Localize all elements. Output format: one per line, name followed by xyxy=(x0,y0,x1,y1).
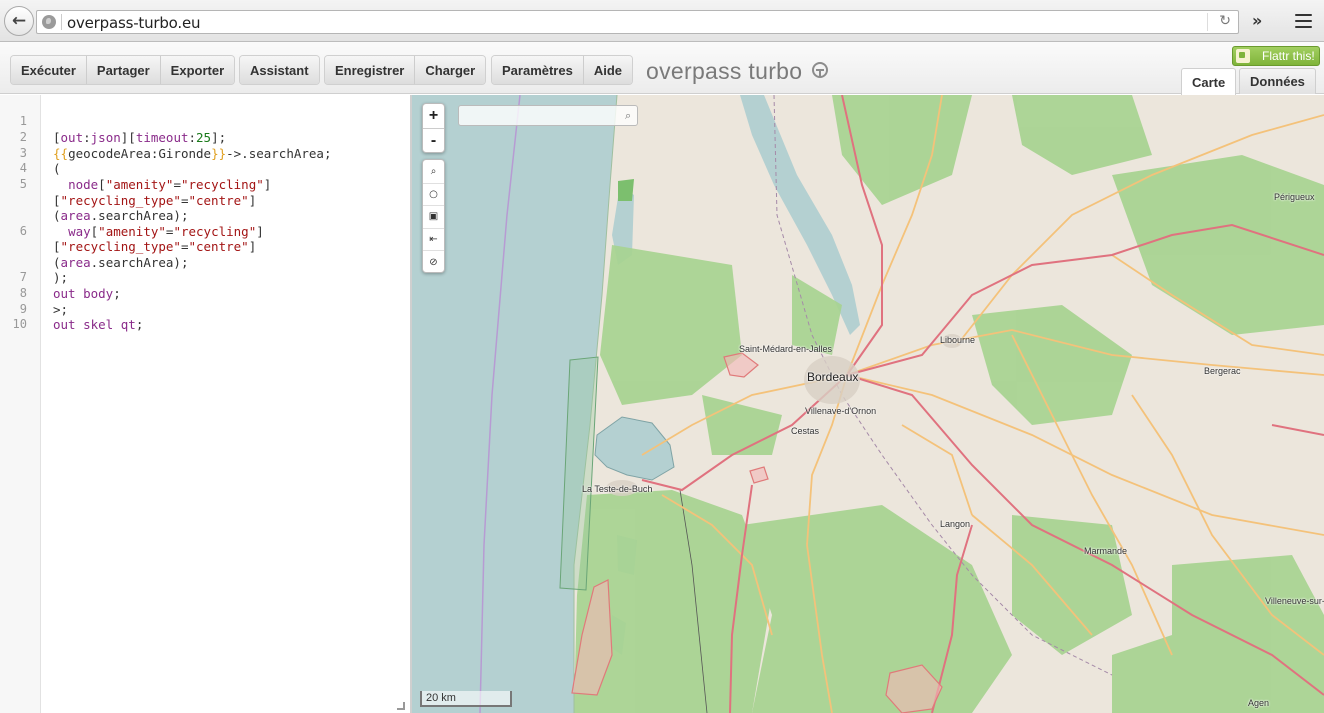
url-separator xyxy=(61,14,62,30)
fit-bounds-icon[interactable]: ⇤ xyxy=(423,227,444,251)
search-icon[interactable]: ⌕ xyxy=(625,109,631,123)
code-line[interactable]: >; xyxy=(53,302,68,317)
export-image-icon[interactable]: ▣ xyxy=(423,205,444,228)
place-label-bordeaux: Bordeaux xyxy=(807,370,859,384)
reload-icon[interactable]: ↻ xyxy=(1219,13,1231,29)
hamburger-menu-icon[interactable] xyxy=(1295,14,1312,28)
zoom-in-button[interactable]: + xyxy=(423,104,444,128)
clear-data-icon[interactable]: ⊘ xyxy=(423,250,444,273)
tab-map[interactable]: Carte xyxy=(1181,68,1237,95)
code-line[interactable]: node["amenity"="recycling"] xyxy=(53,177,271,192)
place-label: Saint-Médard-en-Jalles xyxy=(739,344,833,354)
zoom-to-data-icon[interactable]: ⌕ xyxy=(423,160,444,183)
place-label: Bergerac xyxy=(1204,366,1241,376)
flattr-label: Flattr this! xyxy=(1262,49,1315,63)
wizard-button[interactable]: Assistant xyxy=(240,56,319,84)
line-number: 2 xyxy=(19,130,27,144)
line-number: 1 xyxy=(19,114,27,128)
line-number: 4 xyxy=(19,161,27,175)
line-number: 10 xyxy=(12,317,27,331)
save-button[interactable]: Enregistrer xyxy=(325,56,416,84)
url-right-separator xyxy=(1207,13,1208,31)
settings-button[interactable]: Paramètres xyxy=(492,56,584,84)
settings-help-group: Paramètres Aide xyxy=(492,56,632,84)
code-line[interactable]: out body; xyxy=(53,286,121,301)
browser-toolbar: ← overpass-turbo.eu ↻ » xyxy=(0,0,1324,42)
line-number: 9 xyxy=(19,302,27,316)
code-line[interactable]: out skel qt; xyxy=(53,317,143,332)
code-line[interactable]: ); xyxy=(53,270,68,285)
line-number: 8 xyxy=(19,286,27,300)
steering-wheel-icon xyxy=(812,62,828,78)
code-line[interactable]: (area.searchArea); xyxy=(53,255,188,270)
line-number: 3 xyxy=(19,146,27,160)
app-title: overpass turbo xyxy=(646,58,803,84)
place-label: La Teste-de-Buch xyxy=(582,484,653,494)
overflow-chevrons-icon[interactable]: » xyxy=(1252,11,1262,30)
load-button[interactable]: Charger xyxy=(415,56,485,84)
globe-icon xyxy=(42,15,56,29)
zoom-control: + - xyxy=(422,103,445,153)
flattr-button[interactable]: Flattr this! xyxy=(1232,46,1320,66)
place-label: Villeneuve-sur- xyxy=(1265,596,1324,606)
back-arrow-icon[interactable]: ← xyxy=(4,6,34,36)
code-line[interactable]: {{geocodeArea:Gironde}}->.searchArea; xyxy=(53,146,331,161)
code-line[interactable]: ["recycling_type"="centre"] xyxy=(53,193,256,208)
resize-handle-icon[interactable] xyxy=(397,702,405,710)
place-label: Marmande xyxy=(1084,546,1128,556)
help-button[interactable]: Aide xyxy=(584,56,632,84)
line-number: 7 xyxy=(19,270,27,284)
map-search-input[interactable] xyxy=(458,105,638,126)
flattr-logo-icon xyxy=(1236,49,1250,63)
zoom-out-button[interactable]: - xyxy=(423,128,444,152)
run-share-export-group: Exécuter Partager Exporter xyxy=(11,56,235,84)
query-editor[interactable]: 1 2 3 4 5 6 7 8 9 10 [out:json][timeout:… xyxy=(0,95,411,713)
place-label: Périgueux xyxy=(1274,192,1315,202)
place-label: Agen xyxy=(1248,698,1270,708)
tab-data[interactable]: Données xyxy=(1239,68,1316,94)
wizard-group: Assistant xyxy=(240,56,319,84)
app-toolbar: Exécuter Partager Exporter Assistant Enr… xyxy=(0,42,1324,95)
locate-me-icon[interactable]: ○ xyxy=(423,182,444,206)
line-number-gutter: 1 2 3 4 5 6 7 8 9 10 xyxy=(0,95,41,713)
export-button[interactable]: Exporter xyxy=(161,56,234,84)
save-load-group: Enregistrer Charger xyxy=(325,56,486,84)
place-label: Libourne xyxy=(940,335,976,345)
line-number: 6 xyxy=(19,224,27,238)
code-line[interactable]: way["amenity"="recycling"] xyxy=(53,224,264,239)
code-line[interactable]: ["recycling_type"="centre"] xyxy=(53,239,256,254)
address-bar[interactable]: overpass-turbo.eu ↻ xyxy=(36,10,1239,34)
execute-button[interactable]: Exécuter xyxy=(11,56,87,84)
place-label: Villenave-d'Ornon xyxy=(805,406,877,416)
code-line[interactable]: ( xyxy=(53,161,61,176)
code-line[interactable]: [out:json][timeout:25]; xyxy=(53,130,226,145)
line-number: 5 xyxy=(19,177,27,191)
scale-bar: 20 km xyxy=(420,691,512,707)
share-button[interactable]: Partager xyxy=(87,56,161,84)
place-label: Langon xyxy=(940,519,971,529)
map-view[interactable]: + - ⌕ ○ ▣ ⇤ ⊘ ⌕ Bordeaux Saint-Médard-en… xyxy=(412,95,1324,713)
url-text[interactable]: overpass-turbo.eu xyxy=(67,14,201,32)
code-line[interactable]: (area.searchArea); xyxy=(53,208,188,223)
map-tools-control: ⌕ ○ ▣ ⇤ ⊘ xyxy=(422,159,445,273)
place-label: Cestas xyxy=(791,426,820,436)
map-tiles xyxy=(412,95,1324,713)
